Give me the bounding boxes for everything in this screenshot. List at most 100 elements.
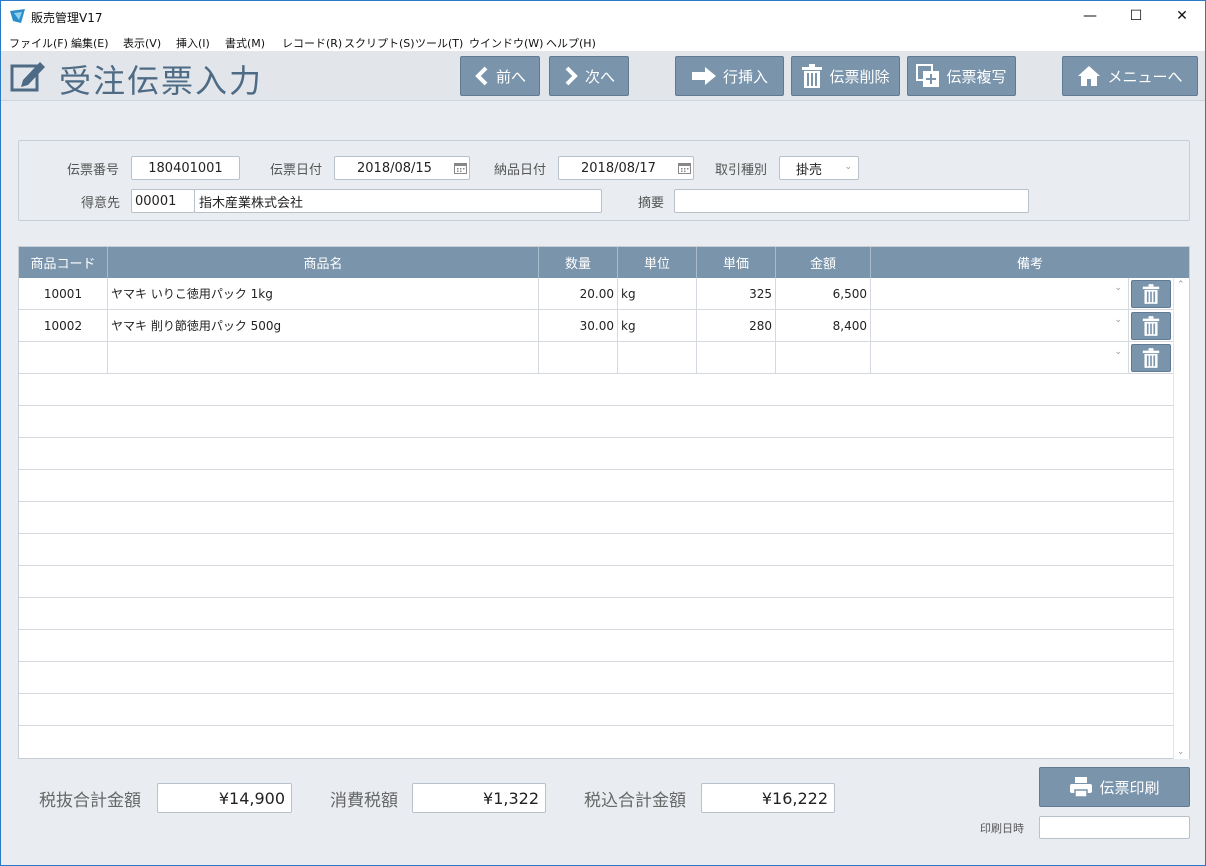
trash-icon: [1142, 284, 1160, 304]
grid-header: 商品コード 商品名 数量 単位 単価 金額 備考: [19, 247, 1189, 278]
printed-at-label: 印刷日時: [980, 822, 1024, 835]
prev-button-label: 前へ: [495, 67, 526, 86]
empty-row: [19, 694, 1173, 726]
cell-code[interactable]: 10002: [19, 310, 108, 341]
chevron-down-icon[interactable]: ⌄: [1114, 347, 1122, 357]
menu-script[interactable]: スクリプト(S): [344, 35, 415, 51]
col-header-unit: 単位: [618, 247, 697, 278]
home-icon: [1078, 66, 1101, 86]
line-items-grid: 商品コード 商品名 数量 単位 単価 金額 備考 10001 ヤマキ いりこ徳用…: [18, 246, 1190, 759]
cell-name[interactable]: [108, 342, 539, 373]
empty-row: [19, 470, 1173, 502]
empty-row: [19, 534, 1173, 566]
menu-record[interactable]: レコード(R): [282, 35, 342, 51]
cell-name[interactable]: ヤマキ いりこ徳用パック 1kg: [108, 278, 539, 309]
cell-price[interactable]: [697, 342, 776, 373]
title-bar: 販売管理V17 — ☐ ✕: [1, 1, 1205, 31]
delete-row-button[interactable]: [1131, 312, 1171, 340]
cell-code[interactable]: 10001: [19, 278, 108, 309]
cell-unit[interactable]: kg: [618, 278, 697, 309]
customer-label: 得意先: [81, 196, 121, 211]
total-label: 税込合計金額: [584, 791, 686, 811]
next-button-label: 次へ: [584, 67, 615, 86]
copy-add-icon: [916, 64, 940, 87]
cell-note[interactable]: ⌄: [871, 342, 1129, 373]
arrow-right-icon: [691, 67, 716, 85]
cell-price[interactable]: 280: [697, 310, 776, 341]
col-header-qty: 数量: [539, 247, 618, 278]
chevron-down-icon: ⌄: [844, 162, 852, 172]
copy-slip-button[interactable]: 伝票複写: [907, 56, 1016, 96]
cell-note[interactable]: ⌄: [871, 310, 1129, 341]
trade-type-select[interactable]: 掛売 ⌄: [779, 156, 859, 180]
table-row: 10002 ヤマキ 削り節徳用パック 500g 30.00 kg 280 8,4…: [19, 310, 1173, 342]
cell-amount: 6,500: [776, 278, 871, 309]
cell-note[interactable]: ⌄: [871, 278, 1129, 309]
page-title: 受注伝票入力: [59, 62, 264, 100]
delivery-date-value: 2018/08/17: [581, 160, 656, 176]
cell-qty[interactable]: 20.00: [539, 278, 618, 309]
cell-unit[interactable]: [618, 342, 697, 373]
customer-name-field[interactable]: 指木産業株式会社: [194, 189, 602, 213]
delivery-date-label: 納品日付: [494, 163, 547, 178]
menu-insert[interactable]: 挿入(I): [176, 35, 210, 51]
maximize-button[interactable]: ☐: [1113, 1, 1159, 31]
cell-price[interactable]: 325: [697, 278, 776, 309]
delete-slip-button[interactable]: 伝票削除: [791, 56, 900, 96]
delivery-date-field[interactable]: 2018/08/17: [558, 156, 694, 180]
calendar-icon[interactable]: [678, 162, 691, 174]
delete-row-button[interactable]: [1131, 344, 1171, 372]
menu-file[interactable]: ファイル(F): [9, 35, 68, 51]
scroll-up-icon[interactable]: ⌃: [1177, 280, 1185, 290]
next-button[interactable]: 次へ: [549, 56, 629, 96]
app-logo-icon: [10, 9, 25, 23]
slip-no-field[interactable]: 180401001: [131, 156, 240, 180]
subtotal-field: ¥14,900: [157, 783, 292, 813]
menu-view[interactable]: 表示(V): [123, 35, 161, 51]
trade-type-label: 取引種別: [715, 163, 768, 178]
cell-amount: 8,400: [776, 310, 871, 341]
cell-qty[interactable]: [539, 342, 618, 373]
slip-date-value: 2018/08/15: [357, 160, 432, 176]
cell-code[interactable]: [19, 342, 108, 373]
calendar-icon[interactable]: [454, 162, 467, 174]
empty-row: [19, 374, 1173, 406]
grid-scrollbar[interactable]: ⌃ ⌄: [1173, 278, 1189, 759]
menu-return-button[interactable]: メニューへ: [1062, 56, 1198, 96]
printer-icon: [1070, 777, 1093, 798]
menu-window[interactable]: ウインドウ(W): [469, 35, 543, 51]
slip-form-panel: 伝票番号 180401001 伝票日付 2018/08/15 納品日付 2018…: [18, 140, 1190, 221]
prev-button[interactable]: 前へ: [460, 56, 540, 96]
table-row: ⌄: [19, 342, 1173, 374]
col-header-code: 商品コード: [19, 247, 108, 278]
menu-help[interactable]: ヘルプ(H): [546, 35, 596, 51]
minimize-button[interactable]: —: [1067, 1, 1113, 31]
insert-row-button[interactable]: 行挿入: [675, 56, 784, 96]
delete-row-button[interactable]: [1131, 280, 1171, 308]
app-window: 販売管理V17 — ☐ ✕ ファイル(F) 編集(E) 表示(V) 挿入(I) …: [0, 0, 1206, 866]
cell-unit[interactable]: kg: [618, 310, 697, 341]
cell-qty[interactable]: 30.00: [539, 310, 618, 341]
tax-field: ¥1,322: [412, 783, 546, 813]
menu-format[interactable]: 書式(M): [225, 35, 265, 51]
memo-label: 摘要: [638, 196, 665, 211]
print-slip-button[interactable]: 伝票印刷: [1039, 767, 1190, 807]
col-header-amount: 金額: [776, 247, 871, 278]
empty-row: [19, 438, 1173, 470]
subtotal-label: 税抜合計金額: [39, 791, 141, 811]
chevron-down-icon[interactable]: ⌄: [1114, 315, 1122, 325]
col-header-note: 備考: [1016, 257, 1043, 272]
menu-tools[interactable]: ツール(T): [415, 35, 463, 51]
slip-date-field[interactable]: 2018/08/15: [334, 156, 470, 180]
customer-code-field[interactable]: 00001: [131, 189, 195, 213]
menu-bar: ファイル(F) 編集(E) 表示(V) 挿入(I) 書式(M) レコード(R) …: [1, 31, 1205, 51]
copy-slip-label: 伝票複写: [946, 67, 1007, 86]
chevron-down-icon[interactable]: ⌄: [1114, 283, 1122, 293]
close-button[interactable]: ✕: [1159, 1, 1205, 31]
memo-field[interactable]: [674, 189, 1029, 213]
delete-slip-label: 伝票削除: [829, 67, 890, 86]
cell-name[interactable]: ヤマキ 削り節徳用パック 500g: [108, 310, 539, 341]
menu-edit[interactable]: 編集(E): [71, 35, 109, 51]
empty-row: [19, 406, 1173, 438]
scroll-down-icon[interactable]: ⌄: [1177, 747, 1185, 757]
